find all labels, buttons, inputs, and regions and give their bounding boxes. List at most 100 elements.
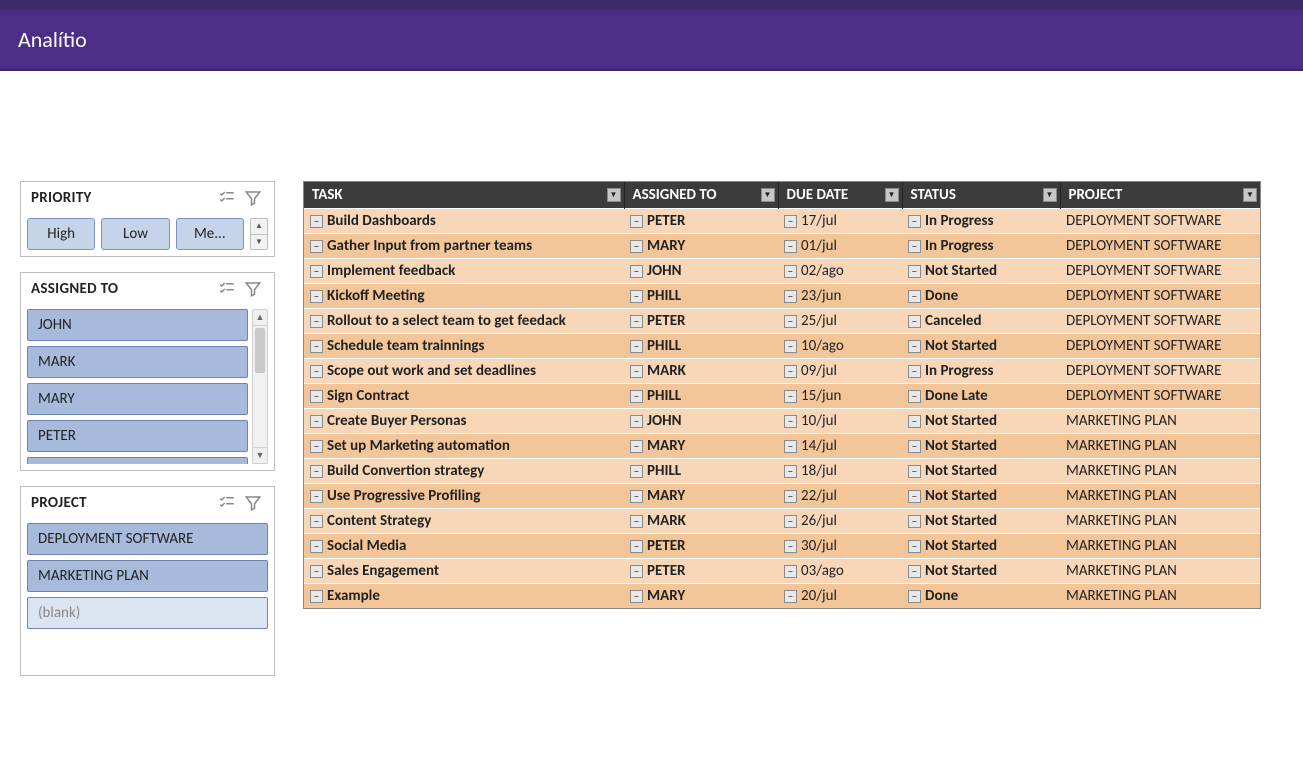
collapse-icon[interactable]: − [784, 565, 797, 578]
collapse-icon[interactable]: − [908, 440, 921, 453]
collapse-icon[interactable]: − [630, 515, 643, 528]
filter-icon[interactable] [242, 493, 264, 513]
filter-icon[interactable] [242, 279, 264, 299]
collapse-icon[interactable]: − [908, 565, 921, 578]
dropdown-arrow-icon[interactable]: ▼ [885, 188, 899, 202]
dropdown-arrow-icon[interactable]: ▼ [1043, 188, 1057, 202]
collapse-icon[interactable]: − [908, 515, 921, 528]
collapse-icon[interactable]: − [908, 265, 921, 278]
collapse-icon[interactable]: − [630, 265, 643, 278]
spinner-up-icon[interactable]: ▲ [251, 219, 267, 234]
column-header[interactable]: PROJECT▼ [1060, 182, 1260, 209]
collapse-icon[interactable]: − [630, 415, 643, 428]
collapse-icon[interactable]: − [784, 315, 797, 328]
collapse-icon[interactable]: − [908, 390, 921, 403]
collapse-icon[interactable]: − [630, 490, 643, 503]
collapse-icon[interactable]: − [908, 590, 921, 603]
collapse-icon[interactable]: − [630, 540, 643, 553]
collapse-icon[interactable]: − [784, 265, 797, 278]
collapse-icon[interactable]: − [908, 240, 921, 253]
collapse-icon[interactable]: − [908, 315, 921, 328]
scroll-up-icon[interactable]: ▲ [253, 310, 267, 326]
table-row[interactable]: −Build Convertion strategy−PHILL−18/jul−… [304, 459, 1260, 484]
column-header[interactable]: DUE DATE▼ [778, 182, 902, 209]
collapse-icon[interactable]: − [784, 540, 797, 553]
collapse-icon[interactable]: − [310, 215, 323, 228]
collapse-icon[interactable]: − [908, 340, 921, 353]
table-row[interactable]: −Sign Contract−PHILL−15/jun−Done LateDEP… [304, 384, 1260, 409]
collapse-icon[interactable]: − [784, 465, 797, 478]
collapse-icon[interactable]: − [908, 490, 921, 503]
table-row[interactable]: −Sales Engagement−PETER−03/ago−Not Start… [304, 559, 1260, 584]
table-row[interactable]: −Set up Marketing automation−MARY−14/jul… [304, 434, 1260, 459]
collapse-icon[interactable]: − [630, 240, 643, 253]
scroll-down-icon[interactable]: ▼ [253, 447, 267, 463]
table-row[interactable]: −Gather Input from partner teams−MARY−01… [304, 234, 1260, 259]
assigned-scrollbar[interactable]: ▲ ▼ [252, 309, 268, 464]
table-row[interactable]: −Schedule team trainnings−PHILL−10/ago−N… [304, 334, 1260, 359]
collapse-icon[interactable]: − [310, 290, 323, 303]
spinner-down-icon[interactable]: ▼ [251, 234, 267, 250]
collapse-icon[interactable]: − [310, 490, 323, 503]
collapse-icon[interactable]: − [784, 490, 797, 503]
assigned-item[interactable]: JOHN [27, 309, 248, 341]
table-row[interactable]: −Implement feedback−JOHN−02/ago−Not Star… [304, 259, 1260, 284]
dropdown-arrow-icon[interactable]: ▼ [1243, 188, 1257, 202]
collapse-icon[interactable]: − [310, 390, 323, 403]
collapse-icon[interactable]: − [310, 265, 323, 278]
collapse-icon[interactable]: − [784, 390, 797, 403]
filter-icon[interactable] [242, 188, 264, 208]
collapse-icon[interactable]: − [310, 365, 323, 378]
collapse-icon[interactable]: − [630, 315, 643, 328]
collapse-icon[interactable]: − [310, 340, 323, 353]
assigned-item[interactable]: MARY [27, 383, 248, 415]
column-header[interactable]: STATUS▼ [902, 182, 1060, 209]
collapse-icon[interactable]: − [908, 290, 921, 303]
column-header[interactable]: ASSIGNED TO▼ [624, 182, 778, 209]
table-row[interactable]: −Build Dashboards−PETER−17/jul−In Progre… [304, 209, 1260, 234]
dropdown-arrow-icon[interactable]: ▼ [607, 188, 621, 202]
collapse-icon[interactable]: − [784, 340, 797, 353]
collapse-icon[interactable]: − [310, 240, 323, 253]
collapse-icon[interactable]: − [784, 215, 797, 228]
column-header[interactable]: TASK▼ [304, 182, 624, 209]
table-row[interactable]: −Use Progressive Profiling−MARY−22/jul−N… [304, 484, 1260, 509]
collapse-icon[interactable]: − [908, 215, 921, 228]
dropdown-arrow-icon[interactable]: ▼ [761, 188, 775, 202]
collapse-icon[interactable]: − [630, 465, 643, 478]
table-row[interactable]: −Content Strategy−MARK−26/jul−Not Starte… [304, 509, 1260, 534]
collapse-icon[interactable]: − [630, 565, 643, 578]
project-item-blank[interactable]: (blank) [27, 597, 268, 629]
assigned-item[interactable]: PHILL [27, 457, 248, 464]
table-row[interactable]: −Kickoff Meeting−PHILL−23/jun−DoneDEPLOY… [304, 284, 1260, 309]
collapse-icon[interactable]: − [784, 440, 797, 453]
collapse-icon[interactable]: − [784, 590, 797, 603]
collapse-icon[interactable]: − [784, 365, 797, 378]
assigned-item[interactable]: MARK [27, 346, 248, 378]
collapse-icon[interactable]: − [784, 515, 797, 528]
collapse-icon[interactable]: − [630, 440, 643, 453]
collapse-icon[interactable]: − [630, 365, 643, 378]
project-item[interactable]: MARKETING PLAN [27, 560, 268, 592]
priority-option-medium[interactable]: Me... [176, 218, 244, 250]
collapse-icon[interactable]: − [908, 365, 921, 378]
collapse-icon[interactable]: − [630, 290, 643, 303]
multiselect-icon[interactable] [216, 493, 238, 513]
multiselect-icon[interactable] [216, 188, 238, 208]
collapse-icon[interactable]: − [310, 540, 323, 553]
collapse-icon[interactable]: − [784, 290, 797, 303]
priority-option-low[interactable]: Low [101, 218, 169, 250]
collapse-icon[interactable]: − [630, 340, 643, 353]
collapse-icon[interactable]: − [784, 240, 797, 253]
scroll-thumb[interactable] [255, 328, 265, 373]
collapse-icon[interactable]: − [630, 390, 643, 403]
collapse-icon[interactable]: − [908, 540, 921, 553]
collapse-icon[interactable]: − [310, 515, 323, 528]
collapse-icon[interactable]: − [310, 315, 323, 328]
collapse-icon[interactable]: − [310, 590, 323, 603]
table-row[interactable]: −Rollout to a select team to get feedack… [304, 309, 1260, 334]
collapse-icon[interactable]: − [908, 465, 921, 478]
collapse-icon[interactable]: − [310, 415, 323, 428]
assigned-item[interactable]: PETER [27, 420, 248, 452]
collapse-icon[interactable]: − [908, 415, 921, 428]
